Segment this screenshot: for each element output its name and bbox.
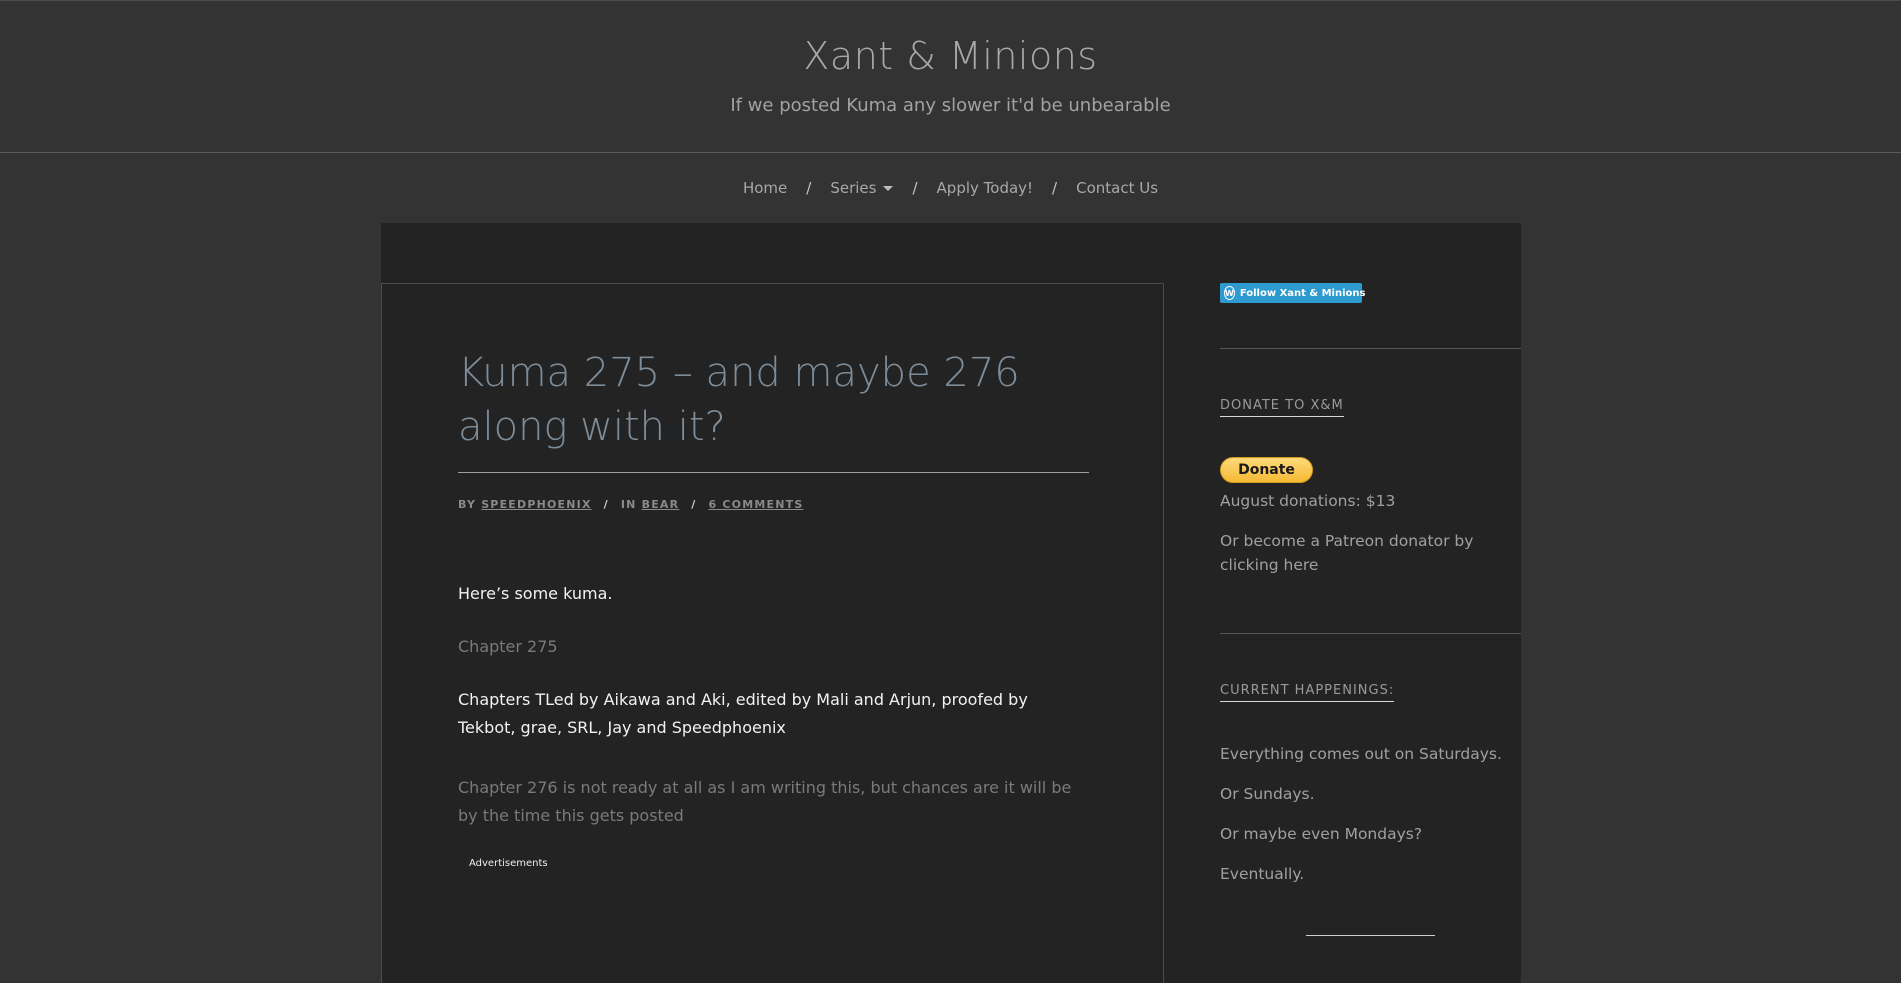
caret-down-icon [883,186,894,191]
nav-item-series-label: Series [830,179,877,197]
meta-in-label: In [620,498,637,511]
patreon-text[interactable]: Or become a Patreon donator by clicking … [1220,532,1473,574]
nav-item-series[interactable]: Series [830,179,894,197]
august-donations: August donations: $13 [1220,492,1396,510]
post-paragraph: Here’s some kuma. [458,584,613,603]
title-divider [458,472,1089,473]
nav-item-home[interactable]: Home [743,179,787,197]
main-nav: Home / Series / Apply Today! / Contact U… [0,176,1901,200]
wordpress-icon: W [1224,286,1235,300]
site-tagline: If we posted Kuma any slower it'd be unb… [730,95,1171,116]
header-divider [0,152,1901,153]
happenings-item: Everything comes out on Saturdays. [1220,745,1502,763]
site-title[interactable]: Xant & Minions [0,34,1901,78]
happenings-item: Or maybe even Mondays? [1220,825,1423,843]
nav-separator: / [1052,179,1058,197]
nav-item-apply[interactable]: Apply Today! [937,179,1034,197]
follow-button[interactable]: W Follow Xant & Minions [1220,283,1365,303]
meta-by-label: By [458,498,477,511]
nav-separator: / [912,179,918,197]
happenings-widget-title: CURRENT HAPPENINGS: [1220,683,1395,702]
advertisements-label: Advertisements [469,858,548,869]
nav-separator: / [806,179,812,197]
post-paragraph: Chapter 276 is not ready at all as I am … [458,778,1072,825]
site-header: Xant & Minions If we posted Kuma any slo… [0,1,1901,152]
post-meta: By SpeedPhoenix / In Bear / 6 Comments [458,498,803,511]
happenings-item: Eventually. [1220,865,1305,883]
post-card: Kuma 275 – and maybe 276 along with it? … [381,283,1164,983]
happenings-item: Or Sundays. [1220,785,1315,803]
patreon-link[interactable]: Or become a Patreon donator by clicking … [1220,529,1521,577]
meta-separator: / [691,498,697,511]
meta-separator: / [603,498,609,511]
donate-widget-title: DONATE TO X&M [1220,398,1344,417]
widget-divider [1220,348,1521,349]
category-link[interactable]: Bear [642,498,680,511]
chapter-link[interactable]: Chapter 275 [458,633,1088,661]
widget-divider [1220,633,1521,634]
comments-link[interactable]: 6 Comments [709,498,804,511]
author-link[interactable]: SpeedPhoenix [481,498,591,511]
nav-item-contact[interactable]: Contact Us [1076,179,1158,197]
donate-button[interactable]: Donate [1220,457,1313,483]
follow-button-label: Follow Xant & Minions [1239,287,1366,299]
post-title[interactable]: Kuma 275 – and maybe 276 along with it? [458,346,1098,454]
post-paragraph: Chapters TLed by Aikawa and Aki, edited … [458,690,1028,737]
widget-end-divider [1306,935,1435,936]
